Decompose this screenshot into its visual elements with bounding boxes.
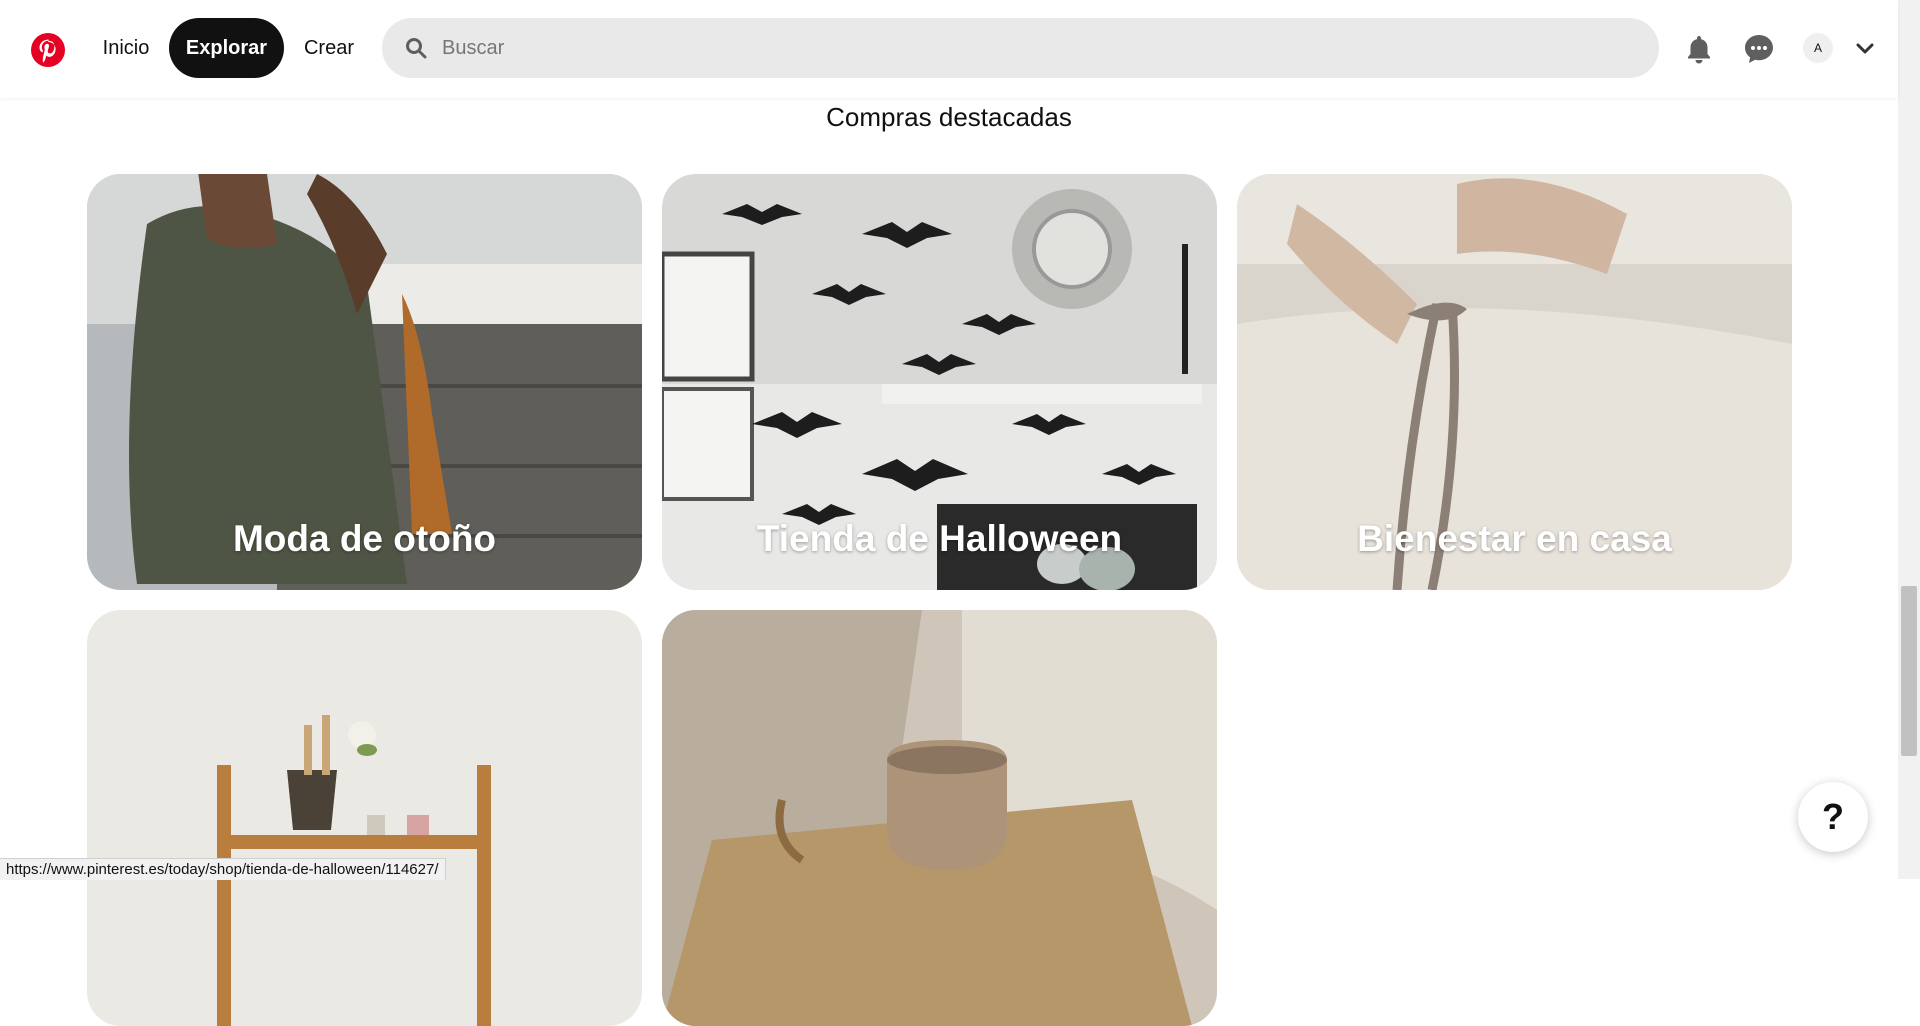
nav-home-button[interactable]: Inicio xyxy=(82,18,170,78)
help-button[interactable]: ? xyxy=(1798,782,1868,852)
search-input[interactable] xyxy=(432,18,1622,78)
notifications-button[interactable] xyxy=(1679,29,1719,69)
section-title: Compras destacadas xyxy=(826,102,1072,132)
shopping-card-halloween-store[interactable]: Tienda de Halloween xyxy=(662,174,1217,590)
shopping-card-5[interactable] xyxy=(662,610,1217,1026)
pinterest-logo-icon[interactable] xyxy=(31,33,65,67)
top-navigation-bar: Inicio Explorar Crear A xyxy=(0,0,1898,98)
shopping-card-fall-fashion[interactable]: Moda de otoño xyxy=(87,174,642,590)
status-bar-url: https://www.pinterest.es/today/shop/tien… xyxy=(0,858,446,880)
card-title: Tienda de Halloween xyxy=(756,518,1123,559)
search-bar[interactable] xyxy=(382,18,1659,78)
chat-icon xyxy=(1745,35,1773,63)
search-icon xyxy=(406,38,427,59)
card-title: Moda de otoño xyxy=(232,518,497,559)
nav-create-button[interactable]: Crear xyxy=(290,18,368,78)
account-menu-button[interactable] xyxy=(1852,36,1878,62)
scrollbar-thumb[interactable] xyxy=(1901,586,1917,756)
avatar[interactable]: A xyxy=(1803,33,1833,63)
card-image xyxy=(87,610,642,1026)
messages-button[interactable] xyxy=(1739,29,1779,69)
chevron-down-icon xyxy=(1856,43,1874,54)
nav-explore-button[interactable]: Explorar xyxy=(169,18,284,78)
card-title: Bienestar en casa xyxy=(1357,518,1672,559)
bell-icon xyxy=(1688,36,1710,64)
shopping-card-home-wellness[interactable]: Bienestar en casa xyxy=(1237,174,1792,590)
card-image xyxy=(662,610,1217,1026)
shopping-card-4[interactable] xyxy=(87,610,642,1026)
